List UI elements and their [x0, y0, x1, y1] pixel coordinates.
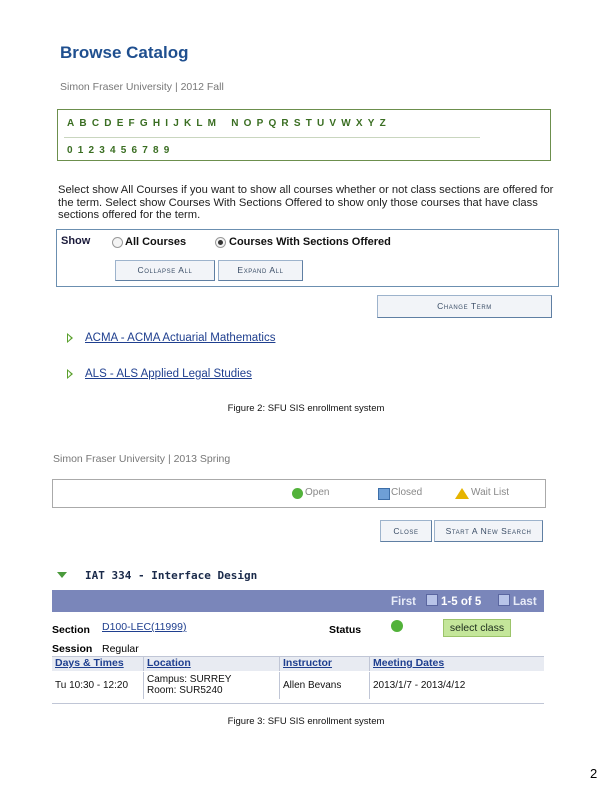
status-label: Status [329, 624, 362, 636]
term-subtitle: Simon Fraser University | 2013 Spring [53, 453, 231, 465]
legend-open: Open [305, 487, 330, 498]
letter-link[interactable]: N [231, 118, 238, 129]
alphabet-index: ABCDEFGHIJKLM NOPQRSTUVWXYZ 0123456789 [57, 109, 551, 161]
page-number: 2 [590, 766, 598, 781]
digit-link[interactable]: 6 [132, 145, 138, 156]
letter-link[interactable]: J [173, 118, 179, 129]
open-status-icon [391, 620, 403, 632]
letter-link[interactable]: L [196, 118, 202, 129]
digit-link[interactable]: 2 [89, 145, 95, 156]
letter-link[interactable]: Z [380, 118, 386, 129]
column-header[interactable]: Location [144, 657, 280, 671]
collapse-all-button[interactable]: Collapse All [115, 260, 215, 281]
status-legend: Open Closed Wait List [52, 479, 546, 508]
open-status-icon [292, 488, 303, 499]
legend-wait-list: Wait List [471, 487, 509, 498]
sections-offered-radio[interactable] [215, 237, 226, 248]
letter-link[interactable]: I [165, 118, 168, 129]
legend-closed: Closed [391, 487, 423, 498]
digit-links: 0123456789 [67, 145, 175, 156]
digit-link[interactable]: 7 [142, 145, 148, 156]
term-subtitle: Simon Fraser University | 2012 Fall [60, 81, 224, 93]
letter-link[interactable]: P [257, 118, 264, 129]
divider [64, 137, 480, 138]
results-nav-bar: First 1-5 of 5 Last [52, 590, 544, 612]
sections-offered-label: Courses With Sections Offered [229, 236, 391, 248]
close-button[interactable]: Close [380, 520, 432, 542]
show-label: Show [61, 235, 91, 247]
letter-link[interactable]: O [244, 118, 252, 129]
letter-link[interactable]: X [356, 118, 363, 129]
letter-link[interactable]: E [117, 118, 124, 129]
next-arrow-icon[interactable] [498, 594, 510, 606]
room-text: Room: SUR5240 [147, 685, 223, 696]
figure-caption: Figure 2: SFU SIS enrollment system [227, 403, 385, 414]
letter-links: ABCDEFGHIJKLM NOPQRSTUVWXYZ [67, 118, 391, 129]
first-link[interactable]: First [391, 596, 416, 608]
all-courses-label: All Courses [125, 236, 187, 248]
campus-text: Campus: SURREY [147, 674, 232, 685]
expand-arrow-icon[interactable] [67, 369, 73, 379]
last-link[interactable]: Last [513, 596, 537, 608]
select-class-button[interactable]: select class [443, 619, 511, 637]
digit-link[interactable]: 9 [164, 145, 170, 156]
digit-link[interactable]: 3 [99, 145, 105, 156]
letter-link[interactable]: C [92, 118, 99, 129]
section-link[interactable]: D100-LEC(11999) [102, 621, 186, 633]
letter-link[interactable]: A [67, 118, 74, 129]
change-term-button[interactable]: Change Term [377, 295, 552, 318]
wait-list-icon [455, 488, 469, 499]
session-value: Regular [102, 643, 139, 655]
course-title: IAT 334 - Interface Design [85, 569, 258, 582]
letter-link[interactable]: S [294, 118, 301, 129]
letter-link[interactable]: D [104, 118, 111, 129]
letter-link[interactable]: K [184, 118, 191, 129]
letter-link[interactable]: B [79, 118, 86, 129]
letter-link[interactable]: U [317, 118, 324, 129]
letter-link[interactable]: T [306, 118, 312, 129]
figure-caption: Figure 3: SFU SIS enrollment system [227, 716, 385, 727]
session-label: Session [52, 643, 93, 655]
section-label: Section [52, 624, 90, 636]
letter-link[interactable]: Q [268, 118, 276, 129]
letter-link[interactable]: F [129, 118, 135, 129]
letter-link[interactable]: H [153, 118, 160, 129]
digit-link[interactable]: 4 [110, 145, 116, 156]
column-header[interactable]: Days & Times [52, 657, 144, 671]
closed-status-icon [378, 488, 390, 500]
results-range: 1-5 of 5 [441, 596, 482, 608]
new-search-button[interactable]: Start A New Search [434, 520, 543, 542]
digit-link[interactable]: 8 [153, 145, 159, 156]
subject-link-acma[interactable]: ACMA - ACMA Actuarial Mathematics [85, 332, 275, 344]
letter-link[interactable]: V [329, 118, 336, 129]
instructor-cell: Allen Bevans [280, 672, 370, 699]
expand-all-button[interactable]: Expand All [218, 260, 303, 281]
meeting-dates-cell: 2013/1/7 - 2013/4/12 [373, 680, 466, 691]
all-courses-radio[interactable] [112, 237, 123, 248]
days-times-cell: Tu 10:30 - 12:20 [52, 672, 144, 699]
letter-link[interactable]: R [281, 118, 288, 129]
column-header[interactable]: Meeting Dates [370, 657, 544, 671]
instructions-text: Select show All Courses if you want to s… [58, 184, 554, 221]
letter-link[interactable]: M [208, 118, 216, 129]
collapse-arrow-icon[interactable] [57, 572, 67, 578]
digit-link[interactable]: 5 [121, 145, 127, 156]
letter-link[interactable]: G [140, 118, 148, 129]
page-title: Browse Catalog [60, 43, 189, 62]
digit-link[interactable]: 0 [67, 145, 73, 156]
subject-link-als[interactable]: ALS - ALS Applied Legal Studies [85, 368, 252, 380]
letter-link[interactable]: Y [368, 118, 375, 129]
prev-arrow-icon[interactable] [426, 594, 438, 606]
location-cell: Campus: SURREY Room: SUR5240 [144, 672, 280, 699]
expand-arrow-icon[interactable] [67, 333, 73, 343]
column-header[interactable]: Instructor [280, 657, 370, 671]
letter-link[interactable]: W [341, 118, 350, 129]
digit-link[interactable]: 1 [78, 145, 84, 156]
